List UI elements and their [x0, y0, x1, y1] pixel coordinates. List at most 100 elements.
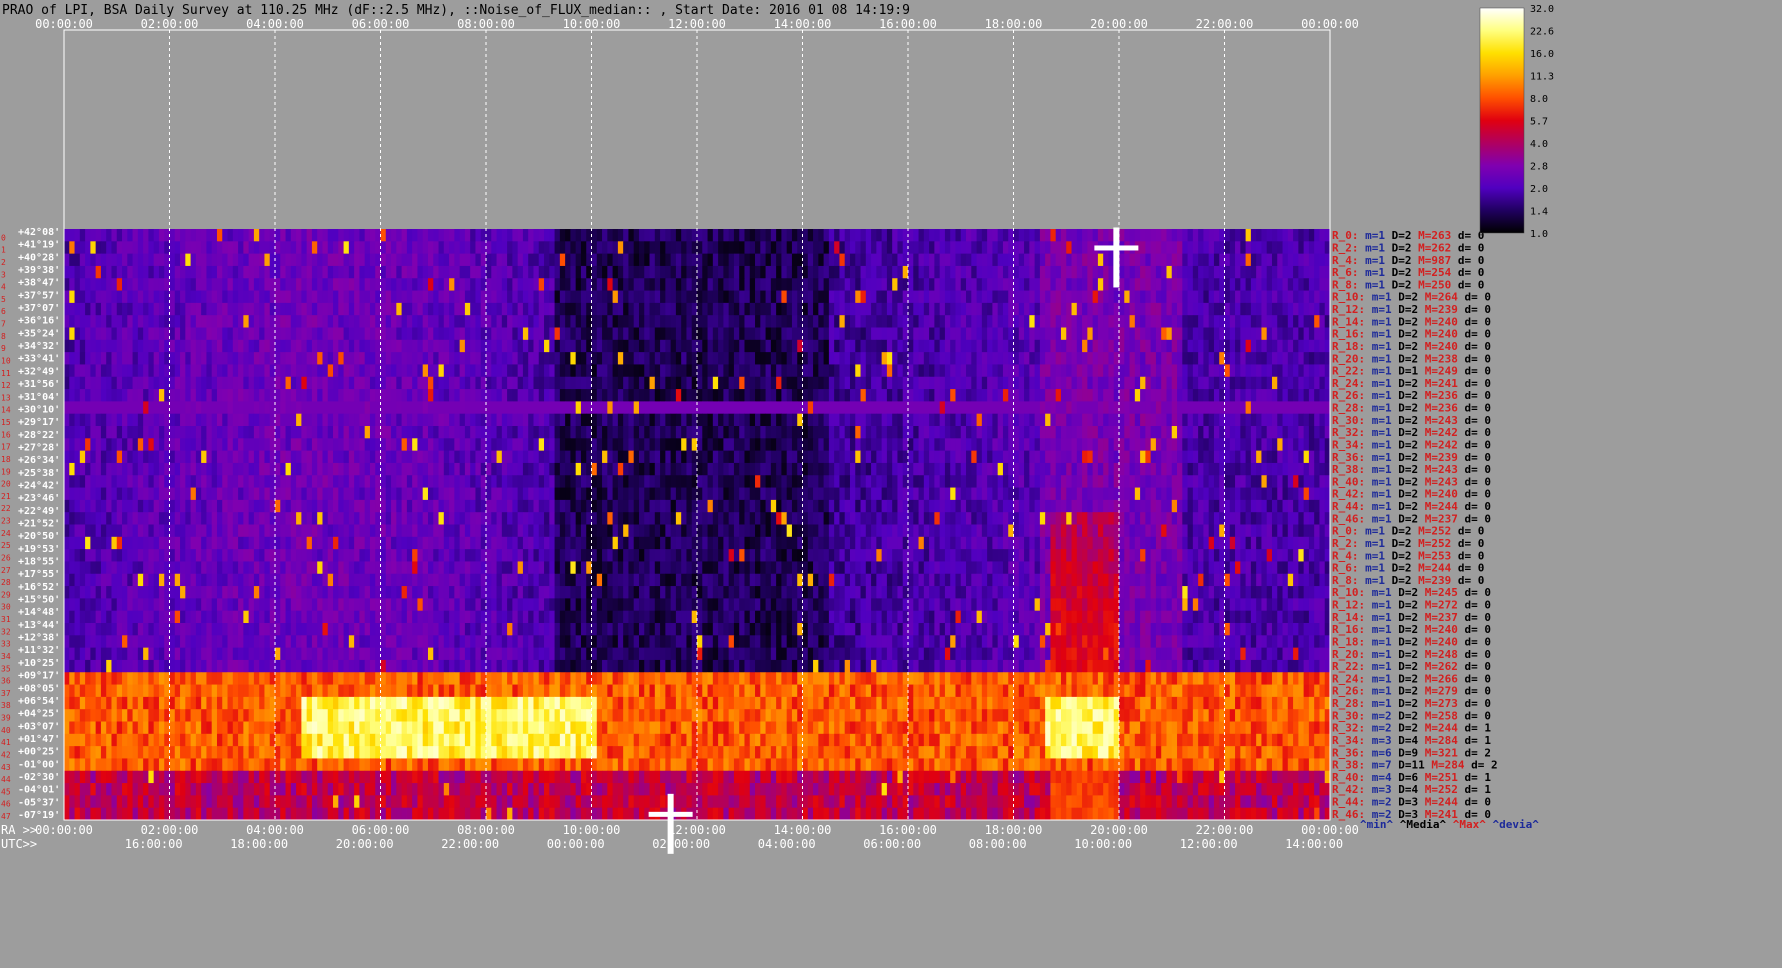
heatmap-cell — [406, 462, 413, 476]
heatmap-cell — [628, 265, 635, 279]
heatmap-cell — [554, 315, 561, 328]
heatmap-cell — [602, 278, 608, 291]
heatmap-cell — [981, 462, 988, 476]
heatmap-cell — [391, 339, 397, 353]
heatmap-cell — [317, 302, 323, 316]
heatmap-cell — [739, 450, 745, 464]
heatmap-cell — [612, 475, 619, 488]
heatmap-cell — [923, 278, 930, 291]
heatmap-cell — [675, 475, 682, 488]
heatmap-cell — [1055, 290, 1062, 304]
heatmap-cell — [665, 401, 672, 415]
heatmap-cell — [549, 315, 555, 328]
heatmap-cell — [638, 278, 645, 291]
heatmap-cell — [1240, 302, 1247, 316]
heatmap-cell — [786, 327, 793, 341]
heatmap-cell — [591, 229, 598, 242]
heatmap-cell — [1108, 413, 1115, 427]
heatmap-cell — [1250, 364, 1257, 378]
heatmap-cell — [512, 438, 519, 452]
heatmap-cell — [85, 462, 91, 476]
heatmap-cell — [791, 462, 798, 476]
heatmap-cell — [459, 475, 466, 488]
heatmap-cell — [528, 401, 534, 415]
heatmap-cell — [1277, 426, 1283, 439]
heatmap-cell — [876, 401, 883, 415]
heatmap-cell — [132, 426, 139, 439]
heatmap-cell — [433, 475, 439, 488]
heatmap-cell — [475, 327, 482, 341]
heatmap-cell — [554, 278, 561, 291]
heatmap-cell — [338, 229, 344, 242]
heatmap-cell — [1266, 253, 1273, 267]
heatmap-cell — [602, 462, 608, 476]
heatmap-cell — [1308, 438, 1315, 452]
heatmap-cell — [1082, 327, 1088, 341]
heatmap-cell — [950, 438, 956, 452]
heatmap-cell — [644, 426, 650, 439]
heatmap-cell — [132, 450, 139, 464]
heatmap-cell — [1261, 265, 1268, 279]
heatmap-cell — [459, 413, 466, 427]
heatmap-cell — [638, 438, 645, 452]
heatmap-cell — [459, 389, 466, 402]
heatmap-cell — [158, 462, 165, 476]
heatmap-cell — [459, 450, 466, 464]
heatmap-cell — [596, 241, 603, 255]
heatmap-cell — [712, 352, 719, 365]
heatmap-cell — [1108, 450, 1115, 464]
heatmap-cell — [918, 413, 925, 427]
heatmap-cell — [1039, 413, 1046, 427]
heatmap-cell — [908, 290, 914, 304]
heatmap-cell — [987, 364, 993, 378]
heatmap-cell — [206, 475, 213, 488]
heatmap-cell — [807, 475, 814, 488]
heatmap-cell — [143, 450, 149, 464]
heatmap-cell — [955, 389, 962, 402]
heatmap-cell — [1055, 278, 1062, 291]
heatmap-cell — [391, 229, 397, 242]
heatmap-cell — [259, 426, 265, 439]
heatmap-cell — [1161, 290, 1167, 304]
heatmap-cell — [1013, 401, 1020, 415]
heatmap-cell — [607, 278, 614, 291]
heatmap-cell — [1161, 462, 1167, 476]
heatmap-cell — [544, 253, 550, 267]
heatmap-cell — [565, 253, 571, 267]
heatmap-cell — [960, 364, 967, 378]
heatmap-cell — [1277, 450, 1283, 464]
heatmap-cell — [1266, 352, 1273, 365]
heatmap-cell — [765, 229, 772, 242]
heatmap-cell — [744, 229, 751, 242]
heatmap-cell — [69, 413, 75, 427]
heatmap-cell — [554, 327, 561, 341]
heatmap-cell — [512, 278, 519, 291]
heatmap-cell — [1298, 352, 1305, 365]
heatmap-cell — [1108, 364, 1115, 378]
heatmap-cell — [111, 450, 118, 464]
heatmap-cell — [607, 241, 614, 255]
heatmap-cell — [760, 426, 766, 439]
heatmap-cell — [343, 327, 350, 341]
heatmap-cell — [1140, 389, 1146, 402]
heatmap-cell — [1124, 278, 1130, 291]
heatmap-cell — [401, 339, 408, 353]
heatmap-cell — [195, 229, 202, 242]
heatmap-cell — [971, 352, 977, 365]
heatmap-cell — [1171, 253, 1178, 267]
heatmap-cell — [591, 315, 598, 328]
heatmap-cell — [491, 265, 497, 279]
heatmap-cell — [1192, 253, 1199, 267]
heatmap-cell — [338, 278, 344, 291]
heatmap-cell — [206, 302, 213, 316]
heatmap-cell — [770, 401, 777, 415]
heatmap-cell — [802, 241, 809, 255]
heatmap-cell — [1303, 352, 1310, 365]
heatmap-cell — [69, 438, 75, 452]
heatmap-cell — [417, 426, 424, 439]
heatmap-cell — [185, 290, 191, 304]
heatmap-cell — [359, 229, 366, 242]
heatmap-cell — [348, 241, 355, 255]
heatmap-cell — [839, 302, 846, 316]
heatmap-cell — [1229, 253, 1236, 267]
